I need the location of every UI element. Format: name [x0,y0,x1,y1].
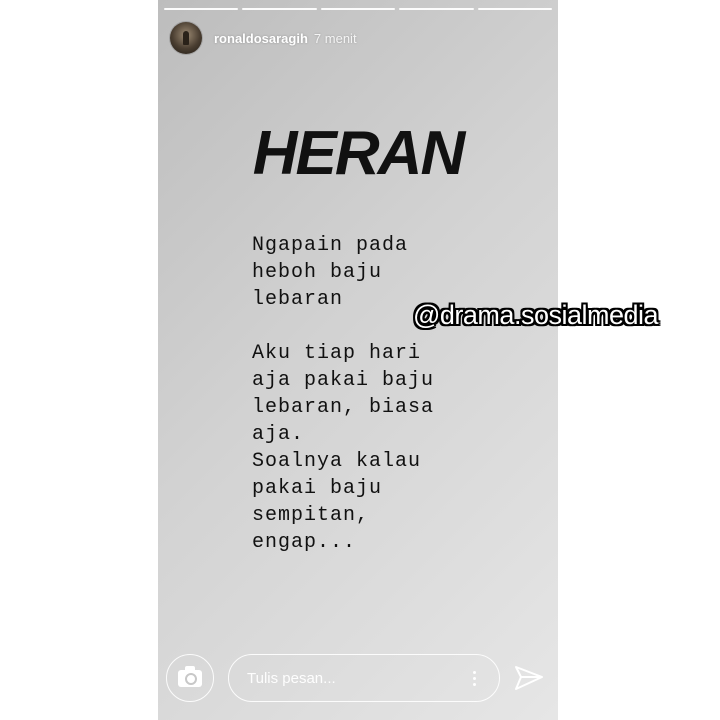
text-line: heboh baju [252,261,383,284]
story-body-text: Ngapain pada heboh baju lebaran Aku tiap… [252,232,434,556]
dot [472,676,476,680]
more-vertical-icon[interactable] [459,663,489,693]
dot [472,670,476,674]
text-line: sempitan, [252,504,370,527]
text-line: Aku tiap hari [252,342,422,365]
progress-segment [399,8,474,10]
progress-segment [242,8,317,10]
send-icon[interactable] [514,664,544,692]
text-line: Ngapain pada [252,234,409,257]
story-view[interactable]: ronaldosaragih 7 menit HERAN Ngapain pad… [158,0,558,720]
username[interactable]: ronaldosaragih [214,31,308,46]
text-line: lebaran [252,288,344,311]
progress-segment [164,8,239,10]
story-reply-bar [158,650,558,710]
story-paragraph: Ngapain pada heboh baju lebaran [252,232,434,313]
story-header: ronaldosaragih 7 menit [170,22,357,54]
screen: ronaldosaragih 7 menit HERAN Ngapain pad… [0,0,720,720]
story-progress-bar [164,8,553,10]
text-line: lebaran, biasa [252,396,435,419]
story-paragraph: Aku tiap hari aja pakai baju lebaran, bi… [252,340,434,556]
camera-button[interactable] [166,654,214,702]
dot [472,682,476,686]
text-line: aja pakai baju [252,369,435,392]
watermark-text: @drama.sosialmedia [413,300,659,330]
avatar[interactable] [170,22,202,54]
message-input[interactable] [245,668,459,688]
post-time: 7 menit [313,30,357,46]
text-line: aja. [252,423,305,446]
message-field[interactable] [228,654,500,702]
camera-icon [178,665,202,687]
progress-segment [477,8,553,10]
text-line: engap... [252,531,357,554]
progress-segment [320,8,396,10]
text-line: Soalnya kalau [252,450,422,473]
text-line: pakai baju [252,477,383,500]
story-headline: HERAN [252,119,465,188]
